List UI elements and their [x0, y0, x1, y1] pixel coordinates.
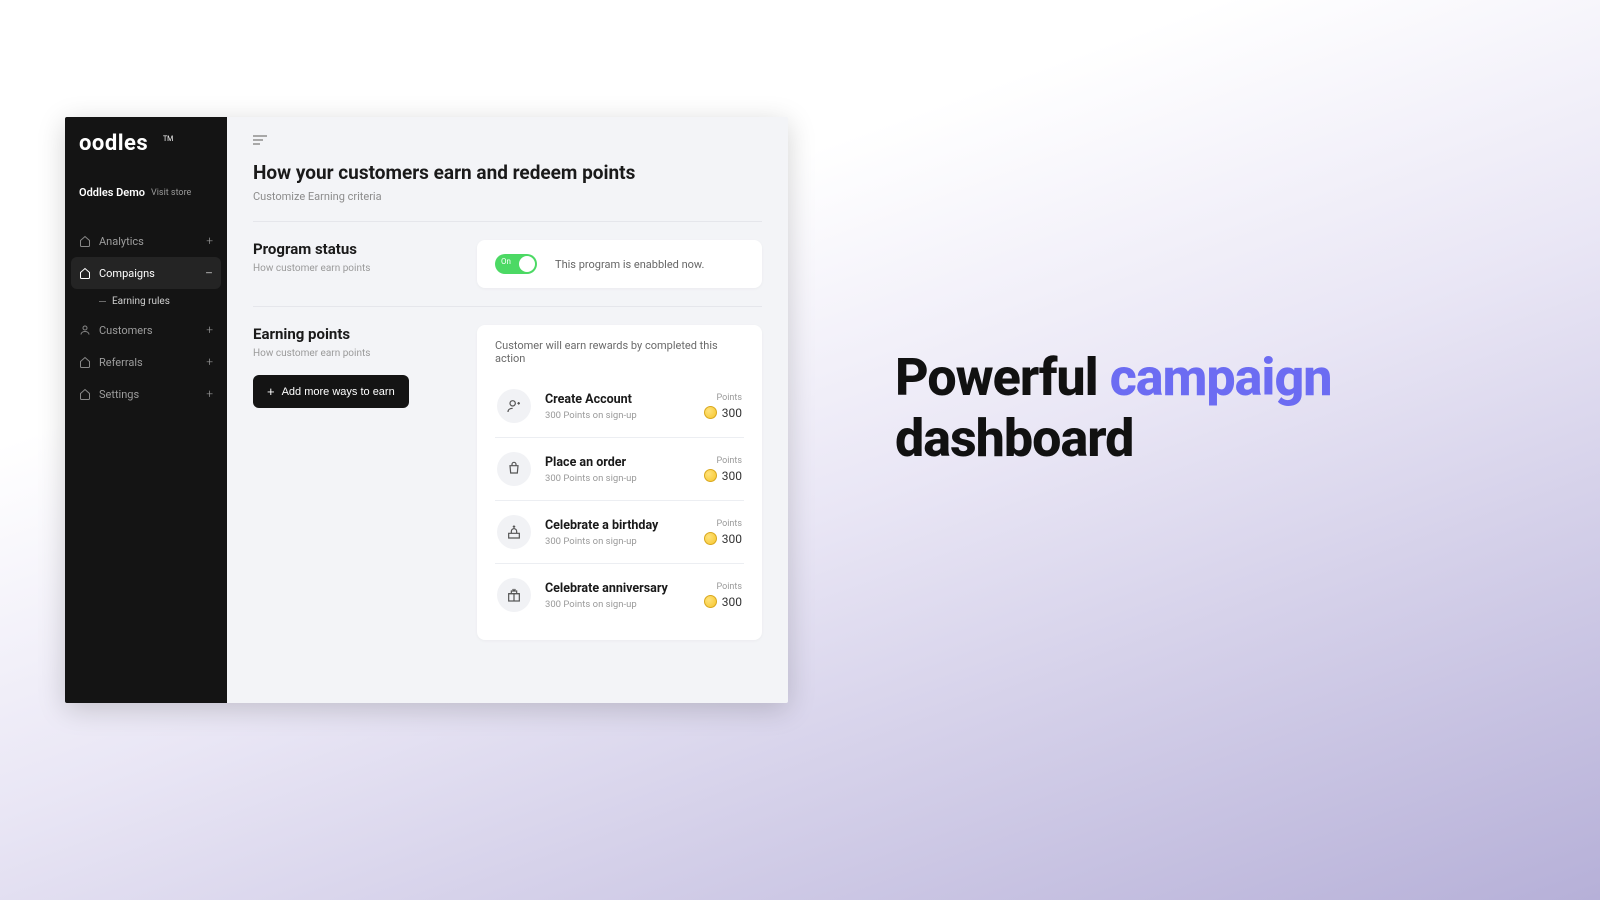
sidebar-item-analytics[interactable]: Analytics +	[65, 225, 227, 257]
rule-subtitle: 300 Points on sign-up	[545, 536, 658, 547]
sidebar-subitem-earning-rules[interactable]: Earning rules	[65, 289, 227, 314]
points-value: 300	[722, 595, 742, 609]
cake-icon	[497, 515, 531, 549]
rule-anniversary[interactable]: Celebrate anniversary 300 Points on sign-…	[495, 564, 744, 626]
points-label: Points	[704, 519, 742, 529]
card-heading: Customer will earn rewards by completed …	[495, 339, 744, 365]
status-message: This program is enabbled now.	[555, 258, 704, 271]
section-header: Program status How customer earn points	[253, 240, 455, 288]
expand-icon: +	[206, 234, 213, 248]
rule-birthday[interactable]: Celebrate a birthday 300 Points on sign-u…	[495, 501, 744, 564]
sidebar-item-label: Customers	[99, 324, 153, 337]
share-icon	[79, 356, 91, 368]
section-subtitle: How customer earn points	[253, 348, 455, 359]
section-header: Earning points How customer earn points …	[253, 325, 455, 640]
rule-subtitle: 300 Points on sign-up	[545, 410, 637, 421]
divider	[253, 221, 762, 222]
app-window: oodles TM Oddles Demo Visit store Analyt…	[65, 117, 788, 703]
toggle-knob-icon	[519, 256, 535, 272]
sidebar-item-label: Compaigns	[99, 267, 155, 280]
section-subtitle: How customer earn points	[253, 263, 455, 274]
rule-create-account[interactable]: Create Account 300 Points on sign-up Poin…	[495, 375, 744, 438]
sidebar-subitem-label: Earning rules	[112, 296, 170, 307]
user-icon	[79, 324, 91, 336]
rule-place-order[interactable]: Place an order 300 Points on sign-up Poin…	[495, 438, 744, 501]
home-icon	[79, 267, 91, 279]
sidebar-nav: Analytics + Compaigns – Earning rules Cu…	[65, 225, 227, 410]
points-value: 300	[722, 469, 742, 483]
tree-line-icon	[99, 301, 106, 302]
gift-icon	[497, 578, 531, 612]
points-value: 300	[722, 406, 742, 420]
points-value: 300	[722, 532, 742, 546]
store-selector[interactable]: Oddles Demo Visit store	[65, 168, 227, 207]
sidebar-item-settings[interactable]: Settings +	[65, 378, 227, 410]
main-content: How your customers earn and redeem point…	[227, 117, 788, 703]
points-label: Points	[704, 393, 742, 403]
add-ways-button[interactable]: + Add more ways to earn	[253, 375, 409, 408]
status-card: On This program is enabbled now.	[477, 240, 762, 288]
rule-list: Create Account 300 Points on sign-up Poin…	[495, 375, 744, 626]
visit-store-link[interactable]: Visit store	[151, 188, 191, 198]
section-title: Earning points	[253, 325, 455, 343]
cart-icon	[497, 452, 531, 486]
sidebar: oodles TM Oddles Demo Visit store Analyt…	[65, 117, 227, 703]
sidebar-item-label: Analytics	[99, 235, 144, 248]
coin-icon	[704, 595, 717, 608]
coin-icon	[704, 532, 717, 545]
points-label: Points	[704, 582, 742, 592]
page-title: How your customers earn and redeem point…	[253, 161, 762, 184]
sidebar-item-label: Referrals	[99, 356, 143, 369]
rule-title: Celebrate a birthday	[545, 518, 658, 533]
collapse-icon: –	[205, 266, 213, 280]
hero-line-1: Powerful campaign	[895, 347, 1435, 408]
logo: oodles	[79, 131, 213, 156]
sidebar-item-referrals[interactable]: Referrals +	[65, 346, 227, 378]
store-name: Oddles Demo	[79, 186, 145, 199]
program-toggle[interactable]: On	[495, 254, 537, 274]
points-label: Points	[704, 456, 742, 466]
sidebar-item-customers[interactable]: Customers +	[65, 314, 227, 346]
hero-word: Powerful	[895, 347, 1098, 408]
rule-title: Celebrate anniversary	[545, 581, 668, 596]
home-icon	[79, 235, 91, 247]
divider	[253, 306, 762, 307]
earning-points-row: Earning points How customer earn points …	[253, 325, 762, 640]
rule-subtitle: 300 Points on sign-up	[545, 473, 637, 484]
earning-rules-card: Customer will earn rewards by completed …	[477, 325, 762, 640]
expand-icon: +	[206, 323, 213, 337]
coin-icon	[704, 406, 717, 419]
trademark-icon: TM	[163, 135, 173, 143]
gear-icon	[79, 388, 91, 400]
add-button-label: Add more ways to earn	[282, 386, 395, 398]
section-title: Program status	[253, 240, 455, 258]
logo-wrap: oodles TM	[65, 131, 227, 168]
toggle-label: On	[501, 257, 511, 266]
sidebar-item-campaigns[interactable]: Compaigns –	[71, 257, 221, 289]
hero-line-2: dashboard	[895, 408, 1435, 469]
hero-word-accent: campaign	[1110, 347, 1332, 408]
sidebar-item-label: Settings	[99, 388, 139, 401]
user-plus-icon	[497, 389, 531, 423]
menu-icon[interactable]	[253, 135, 267, 145]
coin-icon	[704, 469, 717, 482]
program-status-row: Program status How customer earn points …	[253, 240, 762, 288]
page-subtitle: Customize Earning criteria	[253, 190, 762, 203]
expand-icon: +	[206, 387, 213, 401]
expand-icon: +	[206, 355, 213, 369]
rule-subtitle: 300 Points on sign-up	[545, 599, 668, 610]
rule-title: Create Account	[545, 392, 637, 407]
plus-icon: +	[267, 384, 275, 399]
hero-text: Powerful campaign dashboard	[895, 347, 1435, 470]
rule-title: Place an order	[545, 455, 637, 470]
